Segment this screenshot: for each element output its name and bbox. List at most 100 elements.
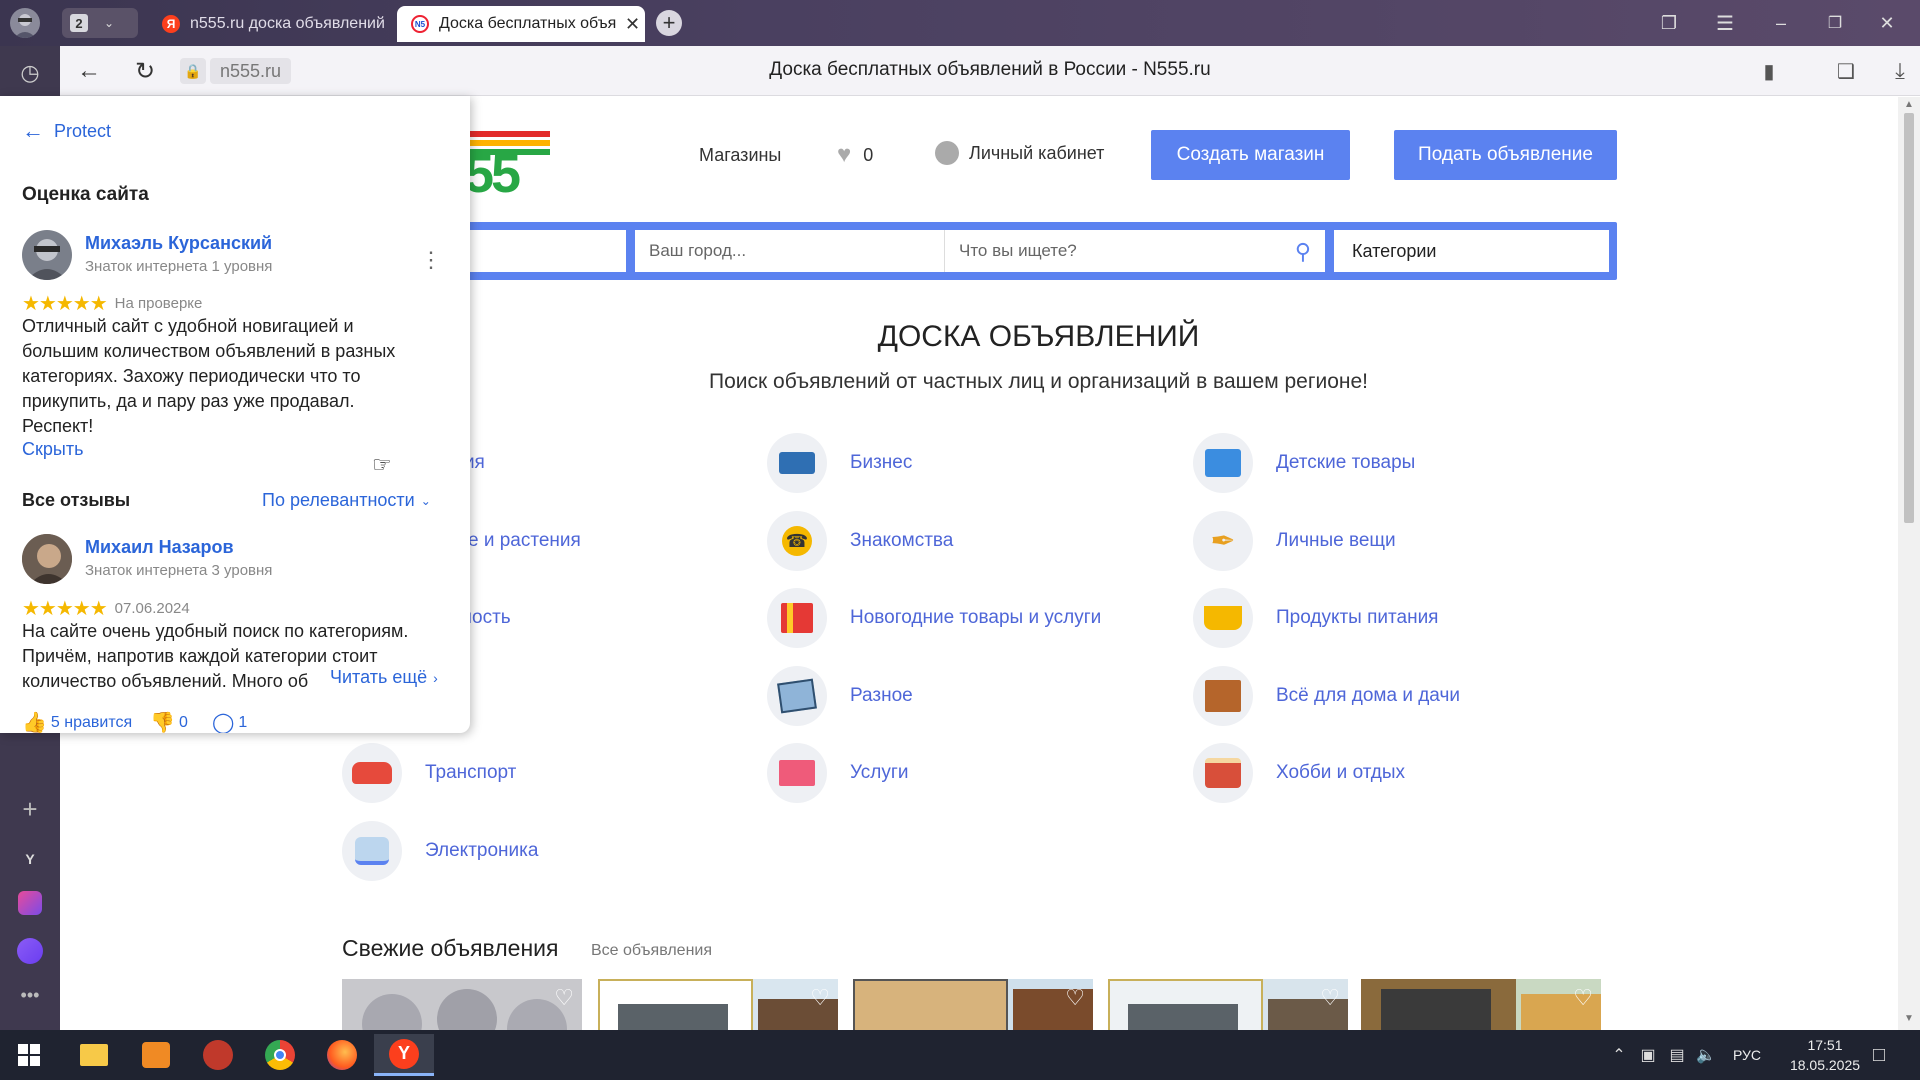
category-transport[interactable]: Транспорт: [342, 743, 516, 803]
comment-count[interactable]: 1: [238, 714, 247, 732]
category-business[interactable]: Бизнес: [767, 433, 912, 493]
search-input[interactable]: Что вы ищете? ⚲: [945, 230, 1325, 272]
category-newyear[interactable]: Новогодние товары и услуги: [767, 588, 1101, 648]
page-title[interactable]: Доска бесплатных объявлений в России - N…: [660, 59, 1320, 81]
menu-icon[interactable]: ☰: [1712, 10, 1738, 36]
bookmark-icon[interactable]: ▮: [1756, 58, 1782, 84]
toaster-icon: [342, 821, 402, 881]
star-icon: ★★★★★: [22, 293, 108, 315]
chrome-icon[interactable]: [259, 1034, 301, 1076]
avatar[interactable]: [22, 534, 72, 584]
tab-yandex[interactable]: Я n555.ru доска объявлений: [150, 6, 390, 42]
clock[interactable]: 17:51 18.05.2025: [1780, 1034, 1870, 1076]
add-panel-icon[interactable]: +: [15, 794, 45, 824]
heart-icon[interactable]: ♡: [1065, 985, 1085, 1011]
nav-favorites[interactable]: ♥ 0: [837, 141, 873, 169]
close-icon[interactable]: ✕: [625, 14, 640, 35]
alice-icon[interactable]: [15, 936, 45, 966]
lock-icon[interactable]: 🔒: [180, 58, 206, 84]
site-logo[interactable]: 55: [460, 131, 550, 204]
extensions-icon[interactable]: ❑: [1833, 58, 1859, 84]
tab-n555-active[interactable]: N5 Доска бесплатных объя ✕: [397, 6, 645, 42]
ad-thumbnail[interactable]: ♡: [1361, 979, 1601, 1030]
dislike-count[interactable]: 0: [179, 714, 188, 732]
bookmarks-panel-icon[interactable]: ❐: [1656, 10, 1682, 36]
firefox-icon[interactable]: [321, 1034, 363, 1076]
post-ad-button[interactable]: Подать объявление: [1394, 130, 1617, 180]
category-misc[interactable]: Разное: [767, 666, 913, 726]
messenger-icon[interactable]: [15, 888, 45, 918]
category-label: Новогодние товары и услуги: [850, 607, 1102, 628]
ad-thumbnail[interactable]: ♡: [598, 979, 838, 1030]
read-more-link[interactable]: Читать ещё ›: [322, 667, 438, 688]
history-icon[interactable]: ◷: [15, 58, 45, 88]
comment-icon[interactable]: ◯: [212, 710, 234, 733]
yandex-y-icon[interactable]: Y: [15, 844, 45, 874]
sort-dropdown[interactable]: По релевантности ⌄: [262, 490, 431, 511]
avatar[interactable]: [22, 230, 72, 280]
like-count[interactable]: 5 нравится: [51, 714, 132, 732]
basket-icon: [1193, 588, 1253, 648]
page-scrollbar[interactable]: ▲ ▼: [1898, 97, 1920, 1030]
heart-icon[interactable]: ♡: [1573, 985, 1593, 1011]
file-explorer-icon[interactable]: [73, 1034, 115, 1076]
category-home[interactable]: Всё для дома и дачи: [1193, 666, 1460, 726]
screenshot-tool-icon[interactable]: [135, 1034, 177, 1076]
category-hobby[interactable]: Хобби и отдых: [1193, 743, 1405, 803]
volume-icon[interactable]: 🔈: [1685, 1034, 1727, 1076]
category-electronics[interactable]: Электроника: [342, 821, 538, 881]
domain-chip[interactable]: n555.ru: [210, 58, 292, 84]
create-shop-button[interactable]: Создать магазин: [1151, 130, 1350, 180]
yandex-browser-icon[interactable]: Y: [374, 1034, 434, 1076]
review-author[interactable]: Михаил Назаров: [85, 537, 234, 558]
scrollbar-thumb[interactable]: [1904, 113, 1914, 523]
search-icon[interactable]: ⚲: [1295, 239, 1311, 265]
envelope-icon: [767, 743, 827, 803]
heart-icon[interactable]: ♡: [1320, 985, 1340, 1011]
nav-account[interactable]: Личный кабинет: [935, 141, 1104, 165]
windows-start-icon[interactable]: [8, 1034, 50, 1076]
category-food[interactable]: Продукты питания: [1193, 588, 1438, 648]
hide-review-link[interactable]: Скрыть: [22, 439, 83, 460]
printer-icon: [767, 433, 827, 493]
language-indicator[interactable]: РУС: [1722, 1034, 1772, 1076]
review-author[interactable]: Михаэль Курсанский: [85, 233, 272, 254]
category-kids[interactable]: Детские товары: [1193, 433, 1415, 493]
media-player-icon[interactable]: [197, 1034, 239, 1076]
chevron-down-icon: ⌄: [420, 493, 431, 508]
user-icon: [935, 141, 959, 165]
nav-shops[interactable]: Магазины: [699, 145, 781, 166]
download-icon[interactable]: ⤓: [1887, 58, 1913, 84]
region-input[interactable]: и: [460, 230, 626, 272]
city-input[interactable]: Ваш город...: [635, 230, 945, 272]
back-arrow-icon[interactable]: ←: [74, 56, 104, 86]
ad-thumbnail[interactable]: ♡: [1108, 979, 1348, 1030]
minimize-icon[interactable]: –: [1768, 10, 1794, 36]
tab-count-button[interactable]: 2 ⌄: [62, 8, 138, 38]
kebab-menu-icon[interactable]: ⋮: [420, 249, 442, 271]
reload-icon[interactable]: ↻: [130, 56, 160, 86]
profile-avatar[interactable]: [10, 8, 40, 38]
ad-thumbnail[interactable]: ♡: [342, 979, 582, 1030]
more-icon[interactable]: •••: [15, 980, 45, 1010]
scroll-up-icon[interactable]: ▲: [1904, 99, 1914, 110]
category-dating[interactable]: ☎ Знакомства: [767, 511, 953, 571]
review-status: На проверке: [114, 295, 203, 312]
heart-icon[interactable]: ♡: [554, 985, 574, 1011]
new-tab-button[interactable]: +: [656, 10, 682, 36]
category-label: Всё для дома и дачи: [1276, 685, 1460, 706]
main-subheading: Поиск объявлений от частных лиц и органи…: [709, 370, 1368, 393]
restore-icon[interactable]: ❐: [1822, 10, 1848, 36]
ad-thumbnail[interactable]: ♡: [853, 979, 1093, 1030]
dislike-icon[interactable]: 👎: [150, 710, 175, 733]
scroll-down-icon[interactable]: ▼: [1904, 1013, 1914, 1024]
category-personal[interactable]: ✒ Личные вещи: [1193, 511, 1396, 571]
category-services[interactable]: Услуги: [767, 743, 908, 803]
categories-select[interactable]: Категории: [1334, 230, 1609, 272]
like-icon[interactable]: 👍: [22, 710, 47, 733]
all-ads-link[interactable]: Все объявления: [591, 942, 712, 960]
panel-back-button[interactable]: ← Protect: [22, 118, 111, 144]
close-window-icon[interactable]: ✕: [1874, 10, 1900, 36]
heart-icon[interactable]: ♡: [810, 985, 830, 1011]
notifications-icon[interactable]: □: [1858, 1034, 1900, 1076]
